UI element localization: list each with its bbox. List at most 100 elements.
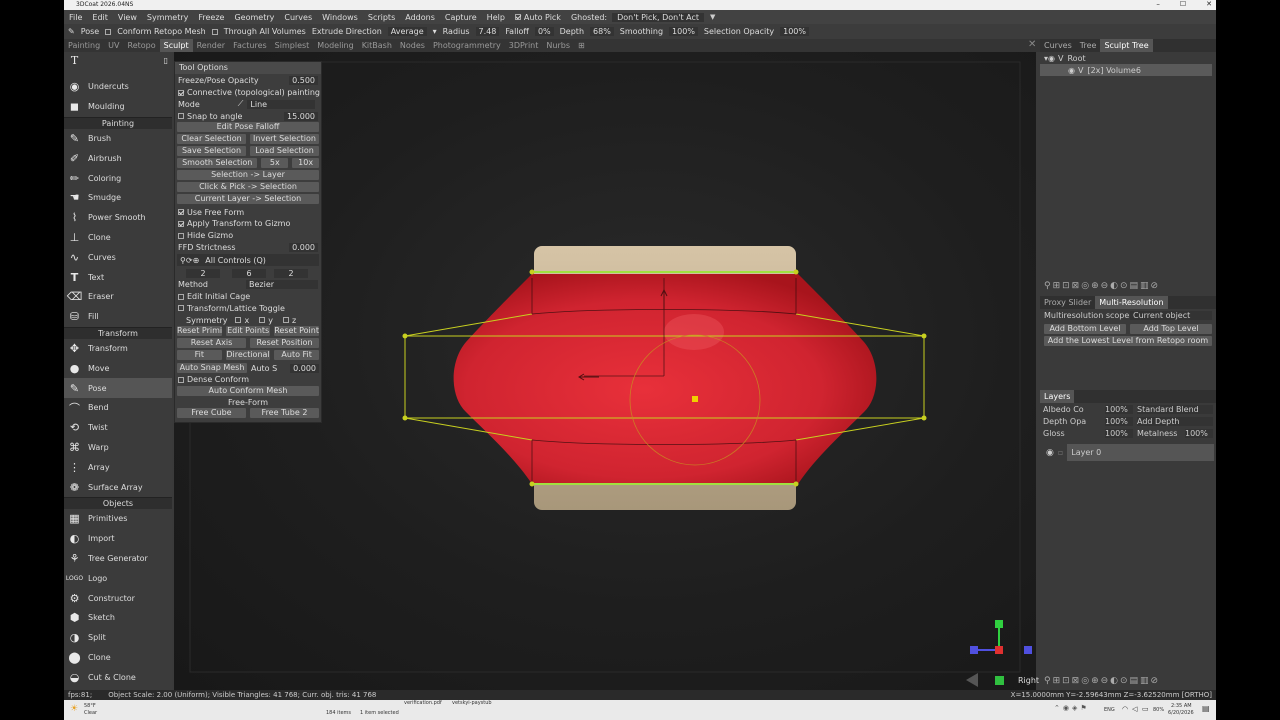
battery-icon[interactable]: ▭ [1142,705,1149,713]
menu-file[interactable]: File [64,13,87,22]
clock-date[interactable]: 6/20/2026 [1168,710,1194,716]
tool-moulding[interactable]: ◼ Moulding [64,97,172,117]
tab-render[interactable]: Render [193,39,229,52]
tab-retopo[interactable]: Retopo [124,39,160,52]
axis-gizmo[interactable] [970,620,1032,654]
subdiv-y-field[interactable]: 6 [232,268,266,278]
tab-sculpt-tree[interactable]: Sculpt Tree [1100,39,1153,52]
albedo-field[interactable]: 100% [1105,405,1133,414]
tool-clone-object[interactable]: ⬤ Clone [64,648,172,668]
tool-move[interactable]: ● Move [64,358,172,378]
through-volumes-checkbox[interactable] [211,28,218,35]
tab-3dprint[interactable]: 3DPrint [505,39,543,52]
minimize-button[interactable]: – [1156,0,1160,8]
menu-geometry[interactable]: Geometry [229,13,279,22]
tool-logo[interactable]: LOGO Logo [64,568,172,588]
snap-checkbox[interactable] [178,113,184,120]
menu-freeze[interactable]: Freeze [193,13,229,22]
tool-curves[interactable]: ∿ Curves [64,247,172,267]
add-top-level-button[interactable]: Add Top Level [1130,324,1212,334]
conform-toggle[interactable]: Conform Retopo Mesh [105,27,206,36]
invert-selection-button[interactable]: Invert Selection [250,134,319,145]
free-tube-button[interactable]: Free Tube 2 [250,407,319,418]
connective-checkbox[interactable] [178,89,184,96]
conform-checkbox[interactable] [105,28,112,35]
weather-icon[interactable]: ☀ [70,704,78,714]
blend-dropdown[interactable]: Standard Blend [1137,405,1213,414]
through-volumes-toggle[interactable]: Through All Volumes [211,27,306,36]
tool-coloring[interactable]: ✏ Coloring [64,168,172,188]
tool-tree-generator[interactable]: ⚘ Tree Generator [64,549,172,569]
notifications-icon[interactable]: ▤ [1202,704,1210,713]
connective-row[interactable]: Connective (topological) painting [175,87,321,99]
eye-icon[interactable]: ◉ [1046,448,1054,458]
tool-text[interactable]: T Text [64,267,172,287]
tab-layers[interactable]: Layers [1040,390,1075,403]
system-tray-icons[interactable]: ⌃◉◈⚑ [1054,704,1090,712]
tool-airbrush[interactable]: ✐ Airbrush [64,148,172,168]
dense-conform-row[interactable]: Dense Conform [175,374,321,386]
lattice-checkbox[interactable] [178,305,184,312]
menu-capture[interactable]: Capture [440,13,482,22]
ghosted-dropdown[interactable]: Don't Pick, Don't Act [612,12,704,22]
tool-warp[interactable]: ⌘ Warp [64,438,172,458]
chevron-down-icon[interactable]: ▼ [710,13,715,21]
tool-constructor[interactable]: ⚙ Constructor [64,588,172,608]
dense-conform-checkbox[interactable] [178,376,184,383]
reset-position-button[interactable]: Reset Position [250,338,319,349]
lock-icon[interactable]: ▫ [1058,448,1063,457]
method-dropdown[interactable]: Bezier [246,280,318,290]
load-selection-button[interactable]: Load Selection [250,146,319,157]
use-free-form-row[interactable]: Use Free Form [175,206,321,218]
tab-nurbs[interactable]: Nurbs [542,39,574,52]
panel-pin-icon[interactable]: ▯ [164,56,168,65]
menu-curves[interactable]: Curves [279,13,317,22]
sym-x-checkbox[interactable] [235,317,242,324]
menu-windows[interactable]: Windows [317,13,363,22]
tab-uv[interactable]: UV [104,39,123,52]
snap-row[interactable]: Snap to angle 15.000 [175,110,321,122]
tool-eraser[interactable]: ⌫ Eraser [64,287,172,307]
tool-sketch[interactable]: ⬢ Sketch [64,608,172,628]
maximize-button[interactable]: ☐ [1180,0,1186,8]
auto-s-field[interactable]: 0.000 [290,363,319,373]
taskbar-file-verification[interactable]: verification.pdf [404,700,442,706]
tab-multi-resolution[interactable]: Multi-Resolution [1095,296,1168,309]
click-pick-button[interactable]: Click & Pick -> Selection [177,182,319,193]
hide-gizmo-row[interactable]: Hide Gizmo [175,230,321,242]
smooth-10x-button[interactable]: 10x [292,158,319,169]
tool-array[interactable]: ⋮ Array [64,457,172,477]
edit-pose-falloff-button[interactable]: Edit Pose Falloff [177,122,319,133]
tool-clone-paint[interactable]: ⊥ Clone [64,228,172,248]
tool-power-smooth[interactable]: ⌇ Power Smooth [64,208,172,228]
volume-icon[interactable]: ◁ [1132,705,1137,713]
auto-snap-button[interactable]: Auto Snap Mesh [177,363,247,374]
pivot-handle[interactable] [692,396,698,402]
arrow-left-icon[interactable] [966,673,978,687]
apply-transform-row[interactable]: Apply Transform to Gizmo [175,218,321,230]
depth-opacity-field[interactable]: 100% [1105,417,1133,426]
tool-pose[interactable]: ✎ Pose [64,378,172,398]
snap-angle-field[interactable]: 15.000 [284,111,318,121]
tab-modeling[interactable]: Modeling [313,39,357,52]
add-tab-icon[interactable]: ⊞ [574,39,589,52]
tool-primitives[interactable]: ▦ Primitives [64,509,172,529]
depth-field[interactable]: 68% [590,27,614,36]
layer-row[interactable]: ◉ ▫ Layer 0 [1042,444,1214,461]
tool-undercuts[interactable]: ◉ Undercuts [64,77,172,97]
menu-scripts[interactable]: Scripts [363,13,400,22]
edit-cage-row[interactable]: Edit Initial Cage [175,291,321,303]
eye-icon[interactable]: ◉ [1068,66,1075,75]
subdiv-x-field[interactable]: 2 [186,268,220,278]
radius-field[interactable]: 7.48 [475,27,500,36]
tool-bend[interactable]: ⌒ Bend [64,398,172,418]
tree-root-row[interactable]: ▾◉ V Root [1040,52,1216,64]
tool-cut-clone[interactable]: ◒ Cut & Clone [64,667,172,687]
auto-fit-button[interactable]: Auto Fit [274,350,320,361]
edit-cage-checkbox[interactable] [178,293,184,300]
freeze-opacity-field[interactable]: 0.500 [289,76,318,86]
sym-y-checkbox[interactable] [259,317,266,324]
chevron-down-icon[interactable]: ▾ [433,27,437,36]
add-lowest-level-button[interactable]: Add the Lowest Level from Retopo room [1044,336,1212,346]
menu-addons[interactable]: Addons [400,13,440,22]
